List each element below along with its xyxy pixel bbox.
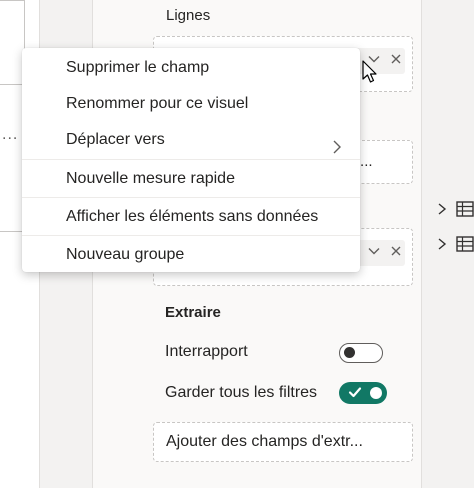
chevron-down-icon[interactable] <box>367 244 381 261</box>
data-pane-strip <box>422 0 474 488</box>
expand-chevron-icon[interactable] <box>437 202 447 221</box>
menu-item-label: Nouvelle mesure rapide <box>66 170 235 187</box>
menu-separator <box>22 235 360 236</box>
menu-item-label: Afficher les éléments sans données <box>66 208 319 225</box>
interrapport-toggle[interactable] <box>339 343 383 363</box>
menu-item-nouveau-groupe[interactable]: Nouveau groupe <box>22 237 360 273</box>
menu-item-supprimer[interactable]: Supprimer le champ <box>22 50 360 86</box>
expand-chevron-icon[interactable] <box>437 237 447 256</box>
menu-item-afficher-elements[interactable]: Afficher les éléments sans données <box>22 199 360 235</box>
add-drillthrough-label: Ajouter des champs d'extr... <box>166 433 363 450</box>
more-options-icon[interactable]: ... <box>2 126 18 144</box>
checkmark-icon <box>348 385 362 404</box>
visual-divider <box>0 84 24 85</box>
toggle-knob <box>344 347 355 358</box>
close-icon[interactable] <box>389 52 403 70</box>
menu-item-nouvelle-mesure[interactable]: Nouvelle mesure rapide <box>22 161 360 197</box>
toggle-knob <box>370 387 382 399</box>
extraire-section-title: Extraire <box>165 304 221 321</box>
menu-separator <box>22 159 360 160</box>
add-drillthrough-well[interactable]: Ajouter des champs d'extr... <box>153 422 413 462</box>
menu-item-label: Supprimer le champ <box>66 59 210 76</box>
menu-item-label: Nouveau groupe <box>66 246 185 263</box>
menu-item-label: Renommer pour ce visuel <box>66 95 249 112</box>
close-icon[interactable] <box>389 244 403 262</box>
table-icon[interactable] <box>456 201 474 222</box>
garder-filtres-toggle[interactable] <box>339 382 387 404</box>
menu-item-deplacer[interactable]: Déplacer vers <box>22 122 360 158</box>
lignes-section-title: Lignes <box>166 7 211 24</box>
menu-item-renommer[interactable]: Renommer pour ce visuel <box>22 86 360 122</box>
garder-filtres-label: Garder tous les filtres <box>165 384 318 401</box>
interrapport-label: Interrapport <box>165 343 248 360</box>
field-context-menu: Supprimer le champ Renommer pour ce visu… <box>22 48 360 272</box>
menu-item-label: Déplacer vers <box>66 131 165 148</box>
table-icon[interactable] <box>456 236 474 257</box>
menu-separator <box>22 197 360 198</box>
mouse-cursor-icon <box>362 60 378 91</box>
